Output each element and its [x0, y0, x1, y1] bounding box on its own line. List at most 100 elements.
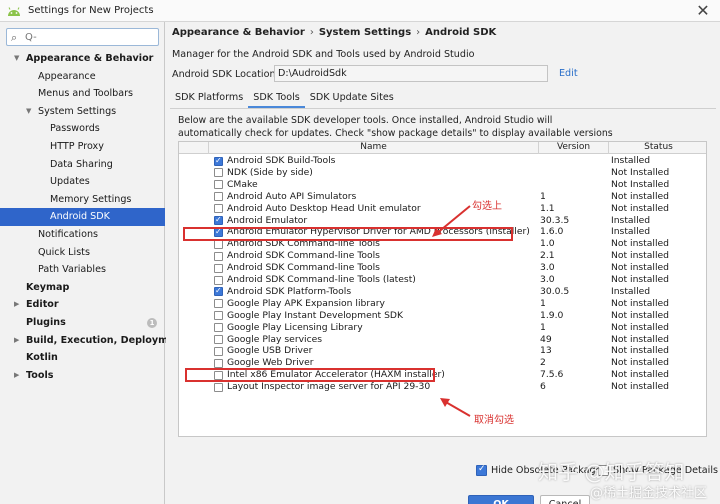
sidebar-item-build-execution-deployment[interactable]: ▶ Build, Execution, Deployment: [0, 332, 186, 350]
row-checkbox[interactable]: [214, 180, 223, 190]
table-row[interactable]: Google Play APK Expansion library 1 Not in…: [179, 297, 706, 310]
search-input[interactable]: [25, 30, 155, 44]
row-checkbox[interactable]: [214, 239, 223, 249]
row-version: 1.9.0: [540, 309, 564, 321]
sidebar-item-keymap[interactable]: Keymap: [0, 279, 165, 297]
row-status: Not installed: [611, 274, 670, 285]
row-version: 13: [540, 345, 552, 357]
highlight-box-haxm: [185, 368, 435, 382]
sidebar-item-kotlin[interactable]: Kotlin: [0, 349, 165, 367]
expand-arrow-icon[interactable]: ▼: [14, 50, 19, 68]
row-checkbox[interactable]: [214, 323, 223, 333]
row-name: Google USB Driver: [227, 345, 313, 357]
plugin-update-badge: 1: [147, 317, 157, 328]
search-box[interactable]: ⌕: [6, 28, 159, 46]
row-checkbox[interactable]: [214, 358, 223, 368]
row-version: 1: [540, 190, 546, 202]
row-checkbox[interactable]: [214, 251, 223, 261]
sidebar-item-tools[interactable]: ▶ Tools: [0, 367, 165, 385]
row-checkbox[interactable]: [214, 335, 223, 344]
sidebar-item-menus-and-toolbars[interactable]: Menus and Toolbars: [0, 85, 165, 103]
sidebar-item-appearance[interactable]: Appearance: [0, 68, 165, 86]
table-row[interactable]: Android SDK Build-Tools Installed: [179, 155, 706, 167]
row-checkbox[interactable]: [214, 275, 223, 285]
row-version: 1: [540, 297, 546, 309]
annotation-select: 勾选上: [472, 201, 502, 212]
row-checkbox[interactable]: [214, 346, 223, 356]
table-row[interactable]: Android SDK Platform-Tools 30.0.5 Installe…: [179, 285, 706, 298]
row-checkbox[interactable]: [214, 285, 223, 297]
row-status: Installed: [611, 155, 651, 166]
table-row[interactable]: Google Play Licensing Library 1 Not instal…: [179, 322, 706, 334]
sdk-location-field[interactable]: D:\AudroidSdk: [274, 65, 548, 82]
sidebar-item-appearance-behavior[interactable]: ▼ Appearance & Behavior: [0, 50, 165, 68]
sidebar-item-system-settings[interactable]: ▼ System Settings: [0, 103, 165, 121]
row-status: Not installed: [611, 297, 670, 309]
table-row[interactable]: CMake Not Installed: [179, 179, 706, 191]
tab-sdk-tools[interactable]: SDK Tools: [248, 88, 305, 108]
table-row[interactable]: Layout Inspector image server for API 29…: [179, 381, 706, 393]
sidebar-item-http-proxy[interactable]: HTTP Proxy: [0, 138, 165, 156]
sidebar-item-label: Android SDK: [50, 211, 110, 223]
sidebar-item-android-sdk[interactable]: Android SDK: [0, 208, 165, 226]
row-checkbox[interactable]: [214, 192, 223, 202]
row-version: 7.5.6: [540, 369, 564, 381]
cancel-button[interactable]: Cancel: [540, 495, 590, 504]
tab-sdk-update-sites[interactable]: SDK Update Sites: [305, 88, 399, 108]
row-status: Not Installed: [611, 166, 670, 178]
tab-divider: [170, 108, 716, 109]
row-name: Android SDK Platform-Tools: [227, 285, 352, 297]
edit-link[interactable]: Edit: [559, 68, 578, 79]
row-checkbox[interactable]: [214, 299, 223, 309]
header-version[interactable]: Version: [539, 142, 609, 154]
row-checkbox[interactable]: [214, 168, 223, 178]
expand-arrow-icon[interactable]: ▼: [26, 103, 31, 121]
watermark-juejin: @稀土掘金技术社区: [590, 486, 708, 501]
table-row[interactable]: Android SDK Command-line Tools 3.0 Not ins…: [179, 262, 706, 274]
row-name: Android SDK Command-line Tools: [227, 250, 380, 262]
row-version: 2: [540, 357, 546, 369]
row-checkbox[interactable]: [214, 204, 223, 214]
sidebar-item-label: Quick Lists: [38, 246, 90, 258]
sidebar-item-plugins[interactable]: Plugins 1: [0, 314, 165, 332]
row-checkbox[interactable]: [214, 382, 223, 392]
breadcrumb-item[interactable]: Appearance & Behavior: [172, 27, 305, 38]
sidebar-item-label: Appearance & Behavior: [26, 53, 154, 64]
table-row[interactable]: Google USB Driver 13 Not installed: [179, 345, 706, 357]
sidebar-item-notifications[interactable]: Notifications: [0, 226, 165, 244]
table-row[interactable]: NDK (Side by side) Not Installed: [179, 166, 706, 179]
row-checkbox[interactable]: [214, 214, 223, 226]
sidebar-item-quick-lists[interactable]: Quick Lists: [0, 244, 165, 262]
sidebar-item-label: Path Variables: [38, 264, 106, 276]
row-version: 3.0: [540, 274, 555, 285]
table-row[interactable]: Android SDK Command-line Tools (latest) 3…: [179, 274, 706, 286]
ok-button[interactable]: OK: [468, 495, 534, 504]
breadcrumb-item[interactable]: System Settings: [319, 27, 411, 38]
sidebar-item-data-sharing[interactable]: Data Sharing: [0, 156, 165, 174]
sidebar-item-editor[interactable]: ▶ Editor: [0, 296, 165, 314]
row-status: Not installed: [611, 190, 670, 202]
sidebar-item-passwords[interactable]: Passwords: [0, 120, 165, 138]
collapse-arrow-icon[interactable]: ▶: [14, 367, 19, 385]
row-checkbox[interactable]: [214, 263, 223, 273]
sidebar-item-label: Memory Settings: [50, 193, 132, 205]
header-status[interactable]: Status: [609, 142, 706, 154]
sidebar-item-updates[interactable]: Updates: [0, 173, 165, 191]
table-row[interactable]: Android Auto API Simulators 1 Not installe…: [179, 190, 706, 203]
table-row[interactable]: Google Play Instant Development SDK 1.9.0…: [179, 309, 706, 322]
sidebar-item-label: Tools: [26, 369, 54, 381]
hide-obsolete-checkbox[interactable]: [476, 464, 487, 476]
close-icon[interactable]: ✕: [694, 2, 712, 20]
tab-sdk-platforms[interactable]: SDK Platforms: [170, 88, 248, 108]
row-checkbox[interactable]: [214, 155, 223, 166]
collapse-arrow-icon[interactable]: ▶: [14, 332, 19, 350]
sidebar-item-memory-settings[interactable]: Memory Settings: [0, 191, 165, 209]
sidebar-item-path-variables[interactable]: Path Variables: [0, 261, 165, 279]
sidebar-item-label: Editor: [26, 299, 59, 311]
table-row[interactable]: Google Play services 49 Not installed: [179, 334, 706, 346]
row-name: NDK (Side by side): [227, 166, 313, 178]
table-row[interactable]: Android SDK Command-line Tools 2.1 Not ins…: [179, 250, 706, 262]
header-name[interactable]: Name: [209, 142, 539, 154]
collapse-arrow-icon[interactable]: ▶: [14, 296, 19, 314]
row-checkbox[interactable]: [214, 311, 223, 321]
